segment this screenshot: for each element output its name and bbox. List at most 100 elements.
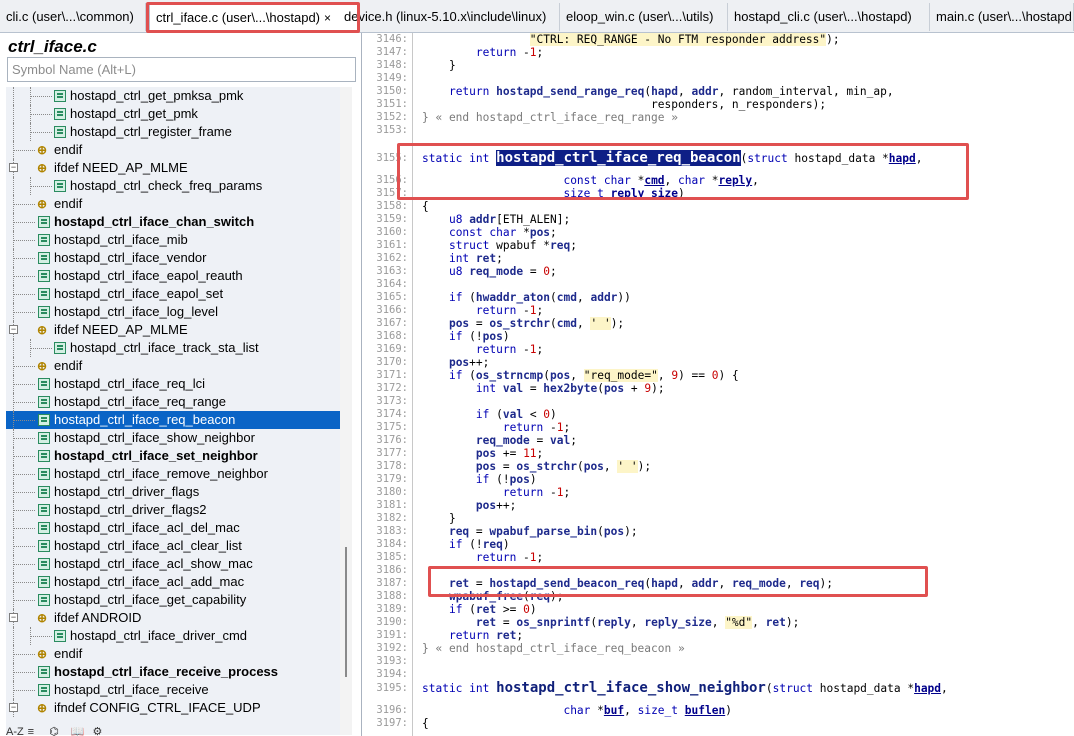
code-line[interactable]: 3172: int val = hex2byte(pos + 9);	[374, 382, 1074, 395]
code-line[interactable]: 3160: const char *pos;	[374, 226, 1074, 239]
tree-item-ifdef-android[interactable]: − ⊕ ifdef ANDROID	[6, 609, 340, 627]
tree-item-endif[interactable]: ⊕ endif	[6, 645, 340, 663]
code-line[interactable]: 3186:	[374, 564, 1074, 577]
tree-item-ifndef-config-ctrl-iface-udp[interactable]: − ⊕ ifndef CONFIG_CTRL_IFACE_UDP	[6, 699, 340, 717]
tab-eloop-win-c[interactable]: eloop_win.c (user\...\utils)	[560, 3, 728, 31]
code-line[interactable]: 3174: if (val < 0)	[374, 408, 1074, 421]
collapse-icon[interactable]: −	[9, 613, 18, 622]
code-line[interactable]: 3164:	[374, 278, 1074, 291]
code-line[interactable]: 3147: return -1;	[374, 46, 1074, 59]
tree-item-hostapd-ctrl-iface-chan-switch[interactable]: hostapd_ctrl_iface_chan_switch	[6, 213, 340, 231]
tree-item-hostapd-ctrl-iface-eapol-set[interactable]: hostapd_ctrl_iface_eapol_set	[6, 285, 340, 303]
tree-item-hostapd-ctrl-driver-flags[interactable]: hostapd_ctrl_driver_flags	[6, 483, 340, 501]
gear-icon[interactable]: ⚙	[93, 725, 111, 736]
code-line[interactable]: 3146: "CTRL: REQ_RANGE - No FTM responde…	[374, 33, 1074, 46]
code-line[interactable]: 3185: return -1;	[374, 551, 1074, 564]
code-line[interactable]: 3152:} « end hostapd_ctrl_iface_req_rang…	[374, 111, 1074, 124]
code-line[interactable]: 3159: u8 addr[ETH_ALEN];	[374, 213, 1074, 226]
code-line[interactable]: 3173:	[374, 395, 1074, 408]
code-line[interactable]: 3180: return -1;	[374, 486, 1074, 499]
code-line[interactable]: 3151: responders, n_responders);	[374, 98, 1074, 111]
tree-item-hostapd-ctrl-iface-track-sta-list[interactable]: hostapd_ctrl_iface_track_sta_list	[6, 339, 340, 357]
tree-item-hostapd-ctrl-iface-driver-cmd[interactable]: hostapd_ctrl_iface_driver_cmd	[6, 627, 340, 645]
code-line[interactable]: 3155: static int hostapd_ctrl_iface_req_b…	[374, 150, 1074, 166]
code-line[interactable]: 3184: if (!req)	[374, 538, 1074, 551]
code-line[interactable]: 3182: }	[374, 512, 1074, 525]
code-line[interactable]: 3157: size_t reply_size)	[374, 187, 1074, 200]
symbol-type-icon[interactable]: ⌬	[49, 725, 67, 736]
scroll-thumb[interactable]	[345, 547, 347, 677]
tree-item-hostapd-ctrl-iface-receive[interactable]: hostapd_ctrl_iface_receive	[6, 681, 340, 699]
tree-item-hostapd-ctrl-iface-vendor[interactable]: hostapd_ctrl_iface_vendor	[6, 249, 340, 267]
code-line[interactable]: 3176: req_mode = val;	[374, 434, 1074, 447]
code-line[interactable]: 3149:	[374, 72, 1074, 85]
symbol-search-input[interactable]	[7, 57, 356, 82]
close-icon[interactable]: ×	[324, 11, 331, 25]
tree-item-hostapd-ctrl-iface-acl-del-mac[interactable]: hostapd_ctrl_iface_acl_del_mac	[6, 519, 340, 537]
tree-item-ifdef-need-ap-mlme[interactable]: − ⊕ ifdef NEED_AP_MLME	[6, 321, 340, 339]
sort-az-icon[interactable]: A-Z	[6, 726, 24, 736]
tree-item-hostapd-ctrl-iface-req-range[interactable]: hostapd_ctrl_iface_req_range	[6, 393, 340, 411]
tree-item-hostapd-ctrl-iface-acl-show-mac[interactable]: hostapd_ctrl_iface_acl_show_mac	[6, 555, 340, 573]
tree-item-ifdef-need-ap-mlme[interactable]: − ⊕ ifdef NEED_AP_MLME	[6, 159, 340, 177]
tree-item-hostapd-ctrl-iface-get-capability[interactable]: hostapd_ctrl_iface_get_capability	[6, 591, 340, 609]
collapse-icon[interactable]: −	[9, 163, 18, 172]
tree-item-endif[interactable]: ⊕ endif	[6, 195, 340, 213]
code-line[interactable]: 3156: const char *cmd, char *reply,	[374, 174, 1074, 187]
tree-item-hostapd-ctrl-iface-log-level[interactable]: hostapd_ctrl_iface_log_level	[6, 303, 340, 321]
collapse-icon[interactable]: −	[9, 325, 18, 334]
tab-device-h[interactable]: device.h (linux-5.10.x\include\linux)	[338, 3, 560, 31]
list-view-icon[interactable]: ≡	[28, 726, 46, 736]
code-editor[interactable]: 3146: "CTRL: REQ_RANGE - No FTM responde…	[374, 33, 1074, 736]
tab-hostapd-cli-c[interactable]: hostapd_cli.c (user\...\hostapd)	[728, 3, 930, 31]
tab-main-c[interactable]: main.c (user\...\hostapd	[930, 3, 1074, 31]
tree-item-hostapd-ctrl-iface-acl-clear-list[interactable]: hostapd_ctrl_iface_acl_clear_list	[6, 537, 340, 555]
tree-item-hostapd-ctrl-iface-req-lci[interactable]: hostapd_ctrl_iface_req_lci	[6, 375, 340, 393]
code-line[interactable]: 3165: if (hwaddr_aton(cmd, addr))	[374, 291, 1074, 304]
tree-scrollbar[interactable]	[340, 87, 352, 735]
code-line[interactable]: 3158: {	[374, 200, 1074, 213]
tree-item-hostapd-ctrl-iface-remove-neighbor[interactable]: hostapd_ctrl_iface_remove_neighbor	[6, 465, 340, 483]
code-line[interactable]: 3168: if (!pos)	[374, 330, 1074, 343]
tab-cli-c[interactable]: cli.c (user\...\common)	[0, 3, 146, 31]
tree-item-hostapd-ctrl-iface-eapol-reauth[interactable]: hostapd_ctrl_iface_eapol_reauth	[6, 267, 340, 285]
tree-item-hostapd-ctrl-iface-acl-add-mac[interactable]: hostapd_ctrl_iface_acl_add_mac	[6, 573, 340, 591]
code-line[interactable]: 3163: u8 req_mode = 0;	[374, 265, 1074, 278]
code-line[interactable]: 3181: pos++;	[374, 499, 1074, 512]
tab-ctrl-iface-c[interactable]: ctrl_iface.c (user\...\hostapd) ×	[149, 3, 358, 33]
collapse-icon[interactable]: −	[9, 703, 18, 712]
code-line[interactable]: 3195: static int hostapd_ctrl_iface_show_…	[374, 681, 1074, 695]
code-line[interactable]: 3193:	[374, 655, 1074, 668]
code-line[interactable]: 3187: ret = hostapd_send_beacon_req(hapd…	[374, 577, 1074, 590]
code-line[interactable]: 3162: int ret;	[374, 252, 1074, 265]
tree-item-hostapd-ctrl-check-freq-params[interactable]: hostapd_ctrl_check_freq_params	[6, 177, 340, 195]
code-line[interactable]: 3196: char *buf, size_t buflen)	[374, 704, 1074, 717]
code-line[interactable]: 3153:	[374, 124, 1074, 137]
tree-item-hostapd-ctrl-iface-set-neighbor[interactable]: hostapd_ctrl_iface_set_neighbor	[6, 447, 340, 465]
code-line[interactable]: 3166: return -1;	[374, 304, 1074, 317]
tree-item-hostapd-ctrl-get-pmksa-pmk[interactable]: hostapd_ctrl_get_pmksa_pmk	[6, 87, 340, 105]
code-line[interactable]: 3161: struct wpabuf *req;	[374, 239, 1074, 252]
tree-item-endif[interactable]: ⊕ endif	[6, 141, 340, 159]
code-line[interactable]: 3150: return hostapd_send_range_req(hapd…	[374, 85, 1074, 98]
code-line[interactable]: 3171: if (os_strncmp(pos, "req_mode=", 9…	[374, 369, 1074, 382]
book-icon[interactable]: 📖	[71, 725, 89, 736]
code-line[interactable]: 3197: {	[374, 717, 1074, 730]
code-line[interactable]: 3170: pos++;	[374, 356, 1074, 369]
code-line[interactable]: 3167: pos = os_strchr(cmd, ' ');	[374, 317, 1074, 330]
tree-item-hostapd-ctrl-iface-req-beacon[interactable]: hostapd_ctrl_iface_req_beacon	[6, 411, 340, 429]
code-line[interactable]: 3183: req = wpabuf_parse_bin(pos);	[374, 525, 1074, 538]
tree-item-hostapd-ctrl-register-frame[interactable]: hostapd_ctrl_register_frame	[6, 123, 340, 141]
code-line[interactable]: 3179: if (!pos)	[374, 473, 1074, 486]
code-line[interactable]: 3189: if (ret >= 0)	[374, 603, 1074, 616]
tree-item-hostapd-ctrl-iface-show-neighbor[interactable]: hostapd_ctrl_iface_show_neighbor	[6, 429, 340, 447]
code-line[interactable]: 3169: return -1;	[374, 343, 1074, 356]
code-line[interactable]: 3148: }	[374, 59, 1074, 72]
code-line[interactable]: 3191: return ret;	[374, 629, 1074, 642]
tree-item-hostapd-ctrl-get-pmk[interactable]: hostapd_ctrl_get_pmk	[6, 105, 340, 123]
code-line[interactable]: 3188: wpabuf_free(req);	[374, 590, 1074, 603]
code-line[interactable]: 3177: pos += 11;	[374, 447, 1074, 460]
code-line[interactable]: 3175: return -1;	[374, 421, 1074, 434]
tree-item-endif[interactable]: ⊕ endif	[6, 357, 340, 375]
tree-item-hostapd-ctrl-iface-mib[interactable]: hostapd_ctrl_iface_mib	[6, 231, 340, 249]
